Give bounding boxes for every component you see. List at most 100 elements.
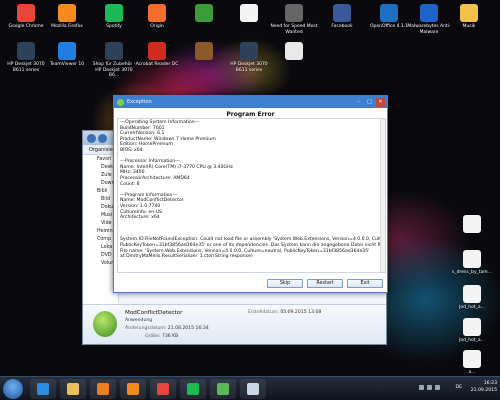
- application-icon: [105, 42, 123, 60]
- details-pane: ModConflictDetector Anwendung Änderungsd…: [83, 304, 386, 344]
- desktop-icon[interactable]: Jod_hot_a...: [448, 285, 496, 311]
- desktop-icon[interactable]: Spotify: [90, 4, 138, 30]
- clock-date: 21.09.2015: [470, 388, 497, 393]
- error-detail-line: at DmitryMaMelis.ResultSerializer`1.ctor…: [120, 254, 253, 260]
- dialog-titlebar[interactable]: Exception – □ ✕: [114, 96, 387, 108]
- desktop-icon[interactable]: Musik: [445, 4, 493, 30]
- app-window-icon: [247, 383, 259, 395]
- desktop-icon[interactable]: TeamViewer 10: [43, 42, 91, 68]
- clock[interactable]: 16:23 21.09.2015: [471, 380, 497, 394]
- maximize-icon[interactable]: □: [365, 98, 374, 107]
- minimize-icon[interactable]: –: [354, 98, 363, 107]
- taskbar-app-window-button[interactable]: [240, 379, 266, 399]
- desktop-icon-label: Jod_hot_a...: [459, 338, 485, 343]
- error-details-box[interactable]: ---Operating System Information--- BuildN…: [117, 118, 386, 273]
- application-icon: [240, 4, 258, 22]
- spotify-icon: [187, 383, 199, 395]
- desktop-icon-label: Spotify: [106, 24, 122, 29]
- application-icon: [420, 4, 438, 22]
- desktop-icon[interactable]: a...: [448, 350, 496, 376]
- forward-icon[interactable]: [98, 134, 107, 143]
- desktop-icon[interactable]: HP Deskjet 3070 B611 series: [225, 42, 273, 73]
- taskbar-chrome-button[interactable]: [150, 379, 176, 399]
- exit-button[interactable]: Exit: [347, 279, 383, 288]
- desktop-icon-label: Jod_hot_a...: [459, 305, 485, 310]
- language-indicator[interactable]: DE: [456, 385, 462, 390]
- system-tray: [419, 385, 440, 390]
- taskbar-spotify-button[interactable]: [180, 379, 206, 399]
- desktop-icon[interactable]: [448, 215, 496, 235]
- firefox-icon: [127, 383, 139, 395]
- desktop-icon-label: s_dress_by_tam...: [452, 270, 492, 275]
- application-icon: [240, 42, 258, 60]
- application-icon: [463, 250, 481, 268]
- taskbar-app-green-button[interactable]: [210, 379, 236, 399]
- details-size: Größe: 736 KB: [145, 334, 179, 339]
- media-player-icon: [97, 383, 109, 395]
- tray-icon[interactable]: [427, 385, 432, 390]
- tray-icon[interactable]: [435, 385, 440, 390]
- desktop-icon[interactable]: s_dress_by_tam...: [448, 250, 496, 276]
- application-icon: [463, 215, 481, 233]
- details-name: ModConflictDetector: [125, 310, 183, 316]
- details-type: Anwendung: [125, 318, 153, 323]
- desktop-icon[interactable]: [270, 42, 318, 62]
- desktop-icon[interactable]: Acrobat Reader DC: [133, 42, 181, 68]
- desktop-icon[interactable]: Origin: [133, 4, 181, 30]
- taskbar-file-explorer-button[interactable]: [60, 379, 86, 399]
- app-icon: [93, 311, 117, 337]
- application-icon: [463, 350, 481, 368]
- taskbar-firefox-button[interactable]: [120, 379, 146, 399]
- desktop-icon-label: Origin: [150, 24, 164, 29]
- skip-button[interactable]: Skip: [267, 279, 303, 288]
- desktop-icon-label: HP Deskjet 3070 B611 series: [230, 62, 268, 73]
- desktop-icon-label: Facebook: [331, 24, 353, 29]
- application-icon: [460, 4, 478, 22]
- taskbar-internet-explorer-button[interactable]: [30, 379, 56, 399]
- clock-time: 16:23: [483, 381, 497, 386]
- application-icon: [195, 4, 213, 22]
- application-icon: [463, 285, 481, 303]
- internet-explorer-icon: [37, 383, 49, 395]
- desktop-icon[interactable]: Need for Speed Most Wanted: [270, 4, 318, 35]
- application-icon: [17, 42, 35, 60]
- desktop-icon[interactable]: [180, 4, 228, 24]
- file-explorer-icon: [67, 383, 79, 395]
- application-icon: [285, 4, 303, 22]
- details-created: Erstelldatum: 05.09.2015 13:08: [248, 310, 322, 315]
- scrollbar[interactable]: [380, 119, 385, 272]
- application-icon: [333, 4, 351, 22]
- tray-icon[interactable]: [419, 385, 424, 390]
- application-icon: [17, 4, 35, 22]
- close-icon[interactable]: ✕: [376, 97, 385, 107]
- application-icon: [105, 4, 123, 22]
- desktop-icon-label: Mozilla Firefox: [51, 24, 83, 29]
- application-icon: [58, 4, 76, 22]
- desktop-icon[interactable]: Jod_hot_a...: [448, 318, 496, 344]
- desktop-icon-label: a...: [468, 370, 476, 375]
- chrome-icon: [157, 383, 169, 395]
- application-icon: [58, 42, 76, 60]
- desktop-icon-label: Acrobat Reader DC: [135, 62, 179, 67]
- desktop-icon[interactable]: Shop für Zubehör - HP Deskjet 3070 B6...: [90, 42, 138, 79]
- desktop-icon[interactable]: [225, 4, 273, 24]
- desktop-icon[interactable]: [180, 42, 228, 62]
- back-icon[interactable]: [87, 134, 96, 143]
- details-modified: Änderungsdatum: 21.08.2015 16:34: [125, 326, 209, 331]
- start-button[interactable]: [3, 379, 23, 399]
- application-icon: [148, 4, 166, 22]
- dialog-title: Exception: [127, 99, 152, 105]
- desktop-icon[interactable]: Mozilla Firefox: [43, 4, 91, 30]
- application-icon: [285, 42, 303, 60]
- application-icon: [380, 4, 398, 22]
- desktop-icon[interactable]: Facebook: [318, 4, 366, 30]
- exception-dialog: Exception – □ ✕ Program Error ---Operati…: [113, 95, 388, 293]
- desktop-icon-label: TeamViewer 10: [49, 62, 85, 67]
- desktop-icon-label: Shop für Zubehör - HP Deskjet 3070 B6...: [92, 62, 136, 78]
- application-icon: [148, 42, 166, 60]
- restart-button[interactable]: Restart: [307, 279, 343, 288]
- taskbar-media-player-button[interactable]: [90, 379, 116, 399]
- application-icon: [195, 42, 213, 60]
- app-icon: [117, 98, 124, 106]
- desktop-icon-label: Musik: [462, 24, 476, 29]
